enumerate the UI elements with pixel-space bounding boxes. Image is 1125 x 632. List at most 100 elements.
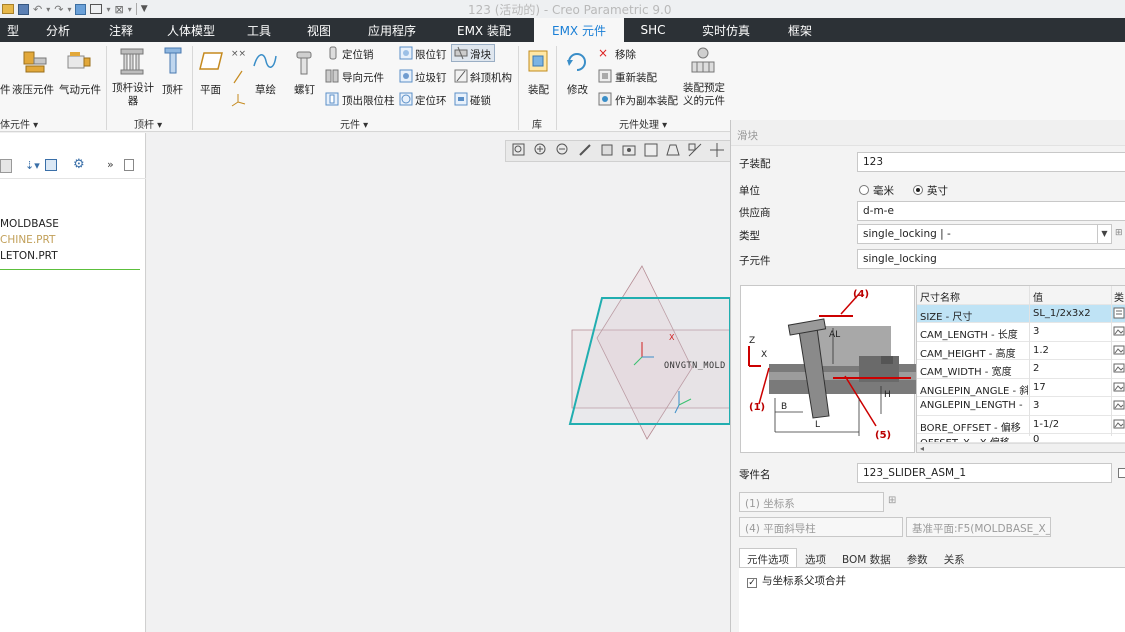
image-icon[interactable]: [1113, 344, 1125, 356]
tab-annotate[interactable]: 注释: [90, 18, 152, 42]
model-tree-icon[interactable]: [0, 159, 12, 173]
part-name-checkbox[interactable]: [1118, 468, 1125, 478]
image-icon[interactable]: [1113, 381, 1125, 393]
image-icon[interactable]: [1113, 399, 1125, 411]
row-value[interactable]: 3: [1033, 400, 1111, 411]
subassembly-field[interactable]: 123: [857, 152, 1125, 172]
tab-model[interactable]: 型: [0, 18, 26, 42]
supplier-field[interactable]: d-m-e: [857, 201, 1125, 221]
predefined-components-button[interactable]: 装配预定 义的元件: [680, 82, 728, 108]
filter-icon[interactable]: ⇣▾: [25, 159, 40, 172]
row-value[interactable]: 2: [1033, 363, 1111, 374]
type-info-icon[interactable]: ⊞: [1115, 228, 1123, 238]
csys-picker-icon[interactable]: ⊞: [888, 495, 896, 506]
tab-analysis[interactable]: 分析: [26, 18, 90, 42]
type-dropdown-icon[interactable]: ▼: [1097, 225, 1111, 243]
tab-tools[interactable]: 工具: [230, 18, 288, 42]
unit-mm-radio[interactable]: 毫米: [859, 183, 894, 198]
hydraulic-component-button[interactable]: 液压元件: [12, 82, 54, 97]
customize-dropdown-icon[interactable]: ▾: [128, 5, 132, 14]
image-icon[interactable]: [1113, 325, 1125, 337]
merge-checkbox[interactable]: ✓: [747, 578, 757, 588]
group-label-ejector[interactable]: 顶杆 ▾: [134, 116, 162, 131]
tab-shc[interactable]: SHC: [624, 18, 682, 42]
horizontal-scrollbar[interactable]: ◂: [917, 443, 1125, 452]
modify-button[interactable]: 修改: [567, 82, 588, 97]
save-icon[interactable]: [18, 3, 29, 15]
locate-pin-button[interactable]: 定位销: [342, 47, 374, 62]
tab-options[interactable]: 选项: [797, 548, 834, 568]
col-header-type[interactable]: 类: [1114, 289, 1124, 304]
copy-assemble-button[interactable]: 作为副本装配: [615, 93, 678, 108]
remove-button[interactable]: 移除: [615, 47, 636, 62]
graphics-viewport[interactable]: X ONVGTN_MOLD: [147, 133, 730, 632]
table-row[interactable]: SIZE - 尺寸 SL_1/2x3x2: [917, 304, 1125, 323]
pneumatic-component-button[interactable]: 气动元件: [59, 82, 101, 97]
table-row[interactable]: CAM_LENGTH - 长度 3: [917, 323, 1125, 342]
col-header-name[interactable]: 尺寸名称: [920, 289, 1028, 304]
tab-parameters[interactable]: 参数: [899, 548, 936, 568]
undo-icon[interactable]: ↶: [33, 3, 42, 16]
guide-component-button[interactable]: 导向元件: [342, 70, 384, 85]
row-value[interactable]: 17: [1033, 382, 1111, 393]
assemble-button[interactable]: 装配: [528, 82, 549, 97]
tab-realtime-sim[interactable]: 实时仿真: [682, 18, 770, 42]
tree-item-skeleton-prt[interactable]: LETON.PRT: [0, 250, 58, 262]
tree-item-moldbase[interactable]: MOLDBASE: [0, 218, 59, 230]
tab-frame[interactable]: 框架: [770, 18, 830, 42]
merge-option[interactable]: ✓ 与坐标系父项合并: [747, 573, 846, 588]
radio-mm[interactable]: [859, 185, 869, 195]
csys-collector[interactable]: (1) 坐标系: [739, 492, 884, 512]
close-window-icon[interactable]: ⊠: [114, 3, 123, 16]
group-label-component-ops[interactable]: 元件处理 ▾: [619, 116, 667, 131]
table-row[interactable]: ANGLEPIN_LENGTH - 3: [917, 397, 1125, 416]
group-label-components[interactable]: 体元件 ▾: [0, 116, 38, 131]
ejector-design-button[interactable]: 顶杆设计器: [111, 82, 155, 108]
expand-more-icon[interactable]: »: [107, 158, 114, 171]
col-header-value[interactable]: 值: [1033, 289, 1111, 304]
limit-nail-button[interactable]: 限位钉: [415, 47, 447, 62]
tab-component-options[interactable]: 元件选项: [739, 548, 797, 568]
ejector-button[interactable]: 顶杆: [162, 82, 183, 97]
table-row[interactable]: CAM_WIDTH - 宽度 2: [917, 360, 1125, 379]
row-value[interactable]: SL_1/2x3x2: [1033, 308, 1111, 319]
type-select[interactable]: single_locking | - ▼: [857, 224, 1112, 244]
tab-view[interactable]: 视图: [288, 18, 350, 42]
table-row[interactable]: CAM_HEIGHT - 高度 1.2: [917, 342, 1125, 360]
tab-manikin[interactable]: 人体模型: [152, 18, 230, 42]
latch-button[interactable]: 碰锁: [470, 93, 491, 108]
unit-inch-radio[interactable]: 英寸: [913, 183, 948, 198]
settings-icon[interactable]: ⚙: [73, 157, 85, 172]
regenerate-icon[interactable]: [75, 3, 87, 15]
table-row[interactable]: OFFSET_X - X 偏移 0: [917, 434, 1125, 443]
plane-button[interactable]: 平面: [200, 82, 221, 97]
undo-dropdown-icon[interactable]: ▾: [46, 5, 50, 14]
windows-icon[interactable]: [90, 4, 103, 14]
scroll-left-icon[interactable]: ◂: [920, 444, 924, 452]
slider-button[interactable]: 滑块: [470, 47, 491, 62]
tab-applications[interactable]: 应用程序: [350, 18, 434, 42]
component-item0-button[interactable]: 件: [0, 82, 11, 97]
table-row[interactable]: BORE_OFFSET - 偏移 1-1/2: [917, 416, 1125, 434]
lifter-button[interactable]: 斜顶机构: [470, 70, 512, 85]
tree-item-machine-prt[interactable]: CHINE.PRT: [0, 234, 55, 246]
top-limit-post-button[interactable]: 顶出限位柱: [342, 93, 395, 108]
reassemble-button[interactable]: 重新装配: [615, 70, 657, 85]
windows-dropdown-icon[interactable]: ▾: [106, 5, 110, 14]
subcomponent-field[interactable]: single_locking: [857, 249, 1125, 269]
image-icon[interactable]: [1113, 362, 1125, 374]
part-name-field[interactable]: 123_SLIDER_ASM_1: [857, 463, 1112, 483]
datum-plane-field[interactable]: 基准平面:F5(MOLDBASE_X_Y: [906, 517, 1051, 537]
row-value[interactable]: 0: [1033, 434, 1111, 442]
open-icon[interactable]: [2, 4, 14, 14]
image-icon[interactable]: [1113, 418, 1125, 430]
customize-qa-icon[interactable]: ▼: [141, 4, 148, 14]
radio-inch[interactable]: [913, 185, 923, 195]
document-icon[interactable]: [124, 159, 134, 171]
locate-ring-button[interactable]: 定位环: [415, 93, 447, 108]
tab-bom-data[interactable]: BOM 数据: [834, 548, 899, 568]
table-row[interactable]: ANGLEPIN_ANGLE - 斜 17: [917, 379, 1125, 397]
group-label-components-main[interactable]: 元件 ▾: [340, 116, 368, 131]
row-value[interactable]: 3: [1033, 326, 1111, 337]
screw-button[interactable]: 螺钉: [294, 82, 315, 97]
